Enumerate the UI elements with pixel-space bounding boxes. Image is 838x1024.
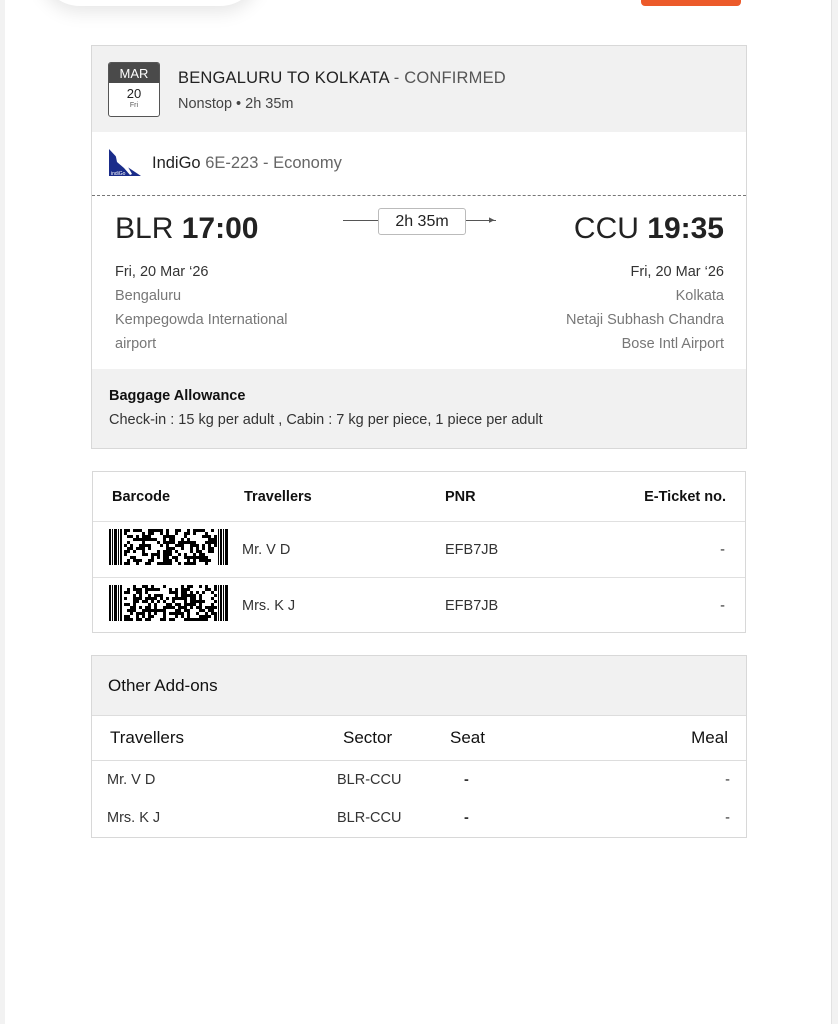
departure-code: BLR (115, 212, 174, 245)
airline-name: IndiGo (152, 154, 201, 172)
departure-airport-line2: airport (115, 336, 157, 352)
addons-header: Other Add-ons (92, 656, 746, 716)
departure-time: BLR 17:00 (115, 212, 258, 246)
eticket-value: - (720, 598, 725, 614)
logo-wordmark: indiGo (111, 171, 126, 177)
barcode-icon (109, 529, 228, 565)
airline-info: IndiGo 6E-223 - Economy (152, 154, 342, 173)
flight-header: MAR 20 Fri BENGALURU TO KOLKATA - CONFIR… (92, 46, 746, 132)
arrival-time: CCU 19:35 (574, 212, 724, 246)
col-travellers: Travellers (244, 489, 312, 505)
baggage-allowance: Baggage Allowance Check-in : 15 kg per a… (92, 369, 746, 448)
traveller-name: Mr. V D (107, 772, 156, 788)
top-card-fragment (40, 0, 260, 6)
col-meal: Meal (691, 728, 728, 747)
seat-value: - (464, 772, 469, 788)
duration-pill: 2h 35m (378, 208, 466, 235)
arrival-city: Kolkata (675, 288, 724, 304)
col-seat: Seat (450, 728, 485, 747)
page-edge (0, 0, 5, 1024)
primary-action-button[interactable] (641, 0, 741, 6)
departure-city: Bengaluru (115, 288, 182, 304)
seat-value: - (464, 810, 469, 826)
flight-number-class: 6E-223 - Economy (200, 154, 342, 172)
calendar-date-badge: MAR 20 Fri (108, 62, 160, 117)
booking-status: - CONFIRMED (388, 69, 506, 87)
traveller-name: Mrs. K J (107, 810, 161, 826)
arrival-airport-line2: Bose Intl Airport (621, 336, 724, 352)
meal-value: - (725, 772, 730, 788)
sector-value: BLR-CCU (337, 810, 402, 826)
col-sector: Sector (343, 728, 393, 747)
airline-row: indiGo IndiGo 6E-223 - Economy (92, 132, 746, 196)
traveller-name: Mr. V D (242, 542, 291, 558)
barcode-icon (109, 585, 228, 621)
departure-date: Fri, 20 Mar ‘26 (115, 264, 209, 280)
duration-line-left (343, 220, 379, 221)
scrollbar[interactable] (831, 0, 838, 1024)
route-name: BENGALURU TO KOLKATA (178, 69, 389, 87)
table-row: Mr. V D EFB7JB - (93, 522, 745, 578)
arrival-airport-line1: Netaji Subhash Chandra (566, 312, 724, 328)
baggage-text: Check-in : 15 kg per adult , Cabin : 7 k… (109, 412, 543, 428)
pnr-value: EFB7JB (445, 542, 499, 558)
traveller-name: Mrs. K J (242, 598, 296, 614)
indigo-airline-logo-icon: indiGo (109, 149, 141, 177)
arrival-clock: 19:35 (647, 212, 724, 245)
addons-table: Other Add-ons Travellers Sector Seat Mea… (91, 655, 747, 838)
table-row: Mrs. K J BLR-CCU - - (92, 799, 746, 837)
table-row: Mr. V D BLR-CCU - - (92, 761, 746, 799)
col-travellers: Travellers (110, 728, 184, 747)
baggage-title: Baggage Allowance (109, 388, 246, 404)
col-eticket: E-Ticket no. (644, 489, 726, 505)
flight-segment: BLR 17:00 2h 35m ▸ CCU 19:35 Fri, 20 Mar… (92, 196, 746, 371)
arrival-date: Fri, 20 Mar ‘26 (630, 264, 724, 280)
pnr-value: EFB7JB (445, 598, 499, 614)
passenger-table: Barcode Travellers PNR E-Ticket no. Mr. … (92, 471, 746, 633)
route-summary: Nonstop • 2h 35m (178, 96, 294, 112)
departure-clock: 17:00 (181, 212, 259, 245)
meal-value: - (725, 810, 730, 826)
date-weekday: Fri (129, 102, 139, 109)
arrival-info: Fri, 20 Mar ‘26 Kolkata Netaji Subhash C… (566, 260, 724, 356)
date-day: 20 (126, 86, 142, 101)
arrival-code: CCU (573, 212, 639, 245)
flight-details-card: MAR 20 Fri BENGALURU TO KOLKATA - CONFIR… (91, 45, 747, 449)
table-header-row: Barcode Travellers PNR E-Ticket no. (93, 472, 745, 522)
table-row: Mrs. K J EFB7JB - (93, 578, 745, 633)
col-barcode: Barcode (112, 489, 171, 505)
addons-title: Other Add-ons (108, 676, 218, 695)
date-month: MAR (109, 63, 159, 83)
eticket-value: - (720, 542, 725, 558)
arrow-right-icon: ▸ (489, 214, 495, 226)
departure-airport-line1: Kempegowda International (115, 312, 288, 328)
sector-value: BLR-CCU (337, 772, 402, 788)
route-title: BENGALURU TO KOLKATA - CONFIRMED (178, 69, 506, 88)
departure-info: Fri, 20 Mar ‘26 Bengaluru Kempegowda Int… (115, 260, 288, 356)
addons-header-row: Travellers Sector Seat Meal (92, 715, 746, 761)
col-pnr: PNR (445, 489, 476, 505)
